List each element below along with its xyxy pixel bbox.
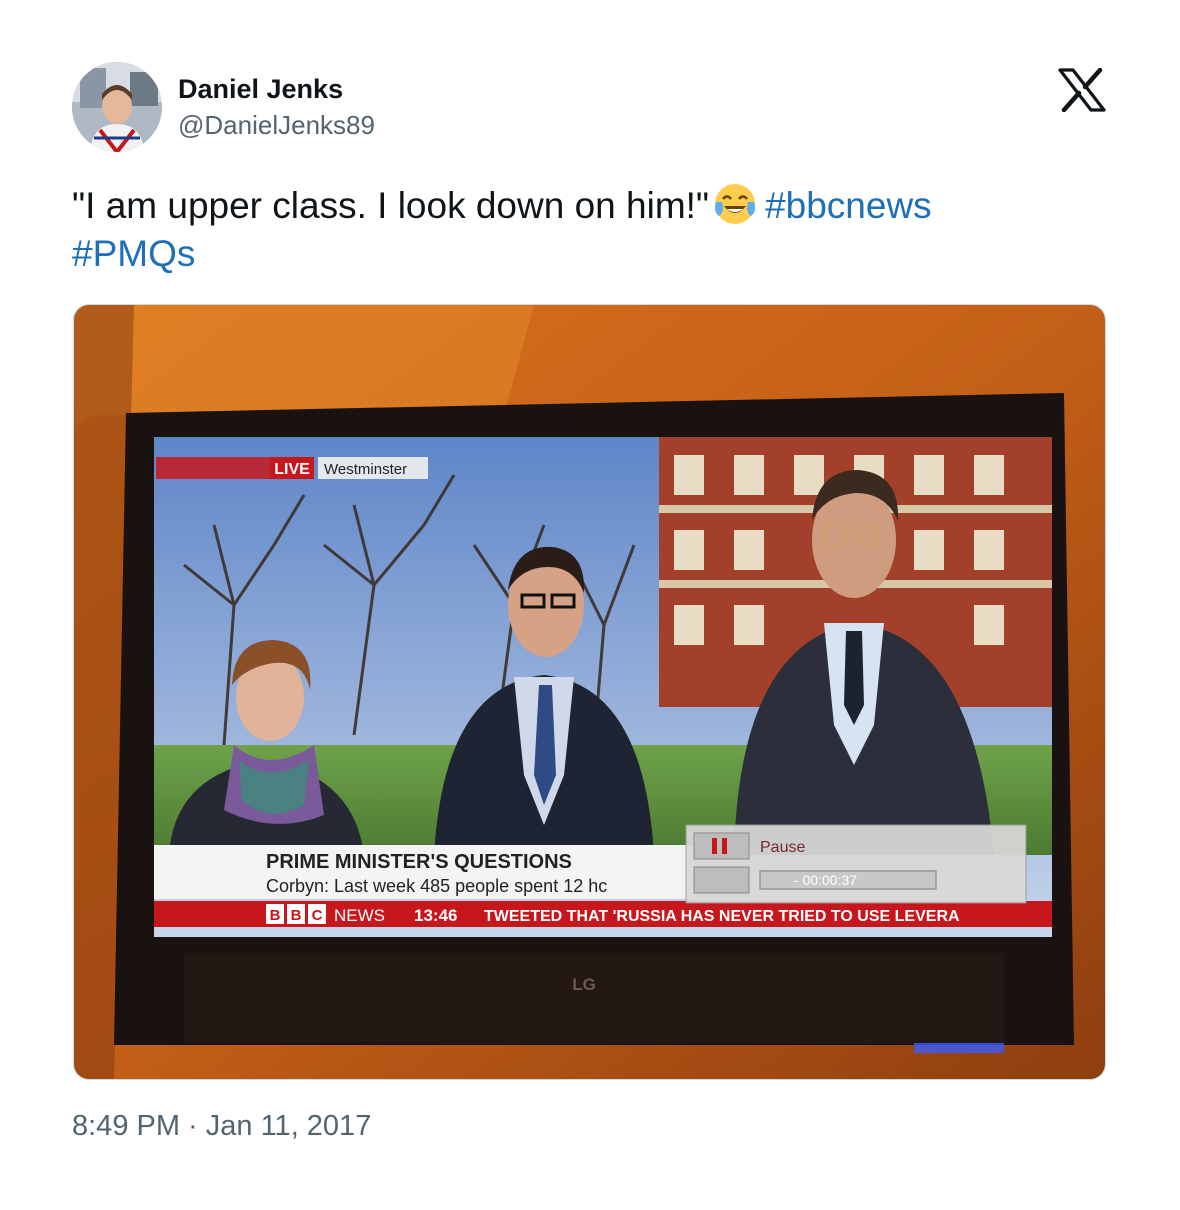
ticker-text: TWEETED THAT 'RUSSIA HAS NEVER TRIED TO … <box>484 908 960 925</box>
hashtag-bbcnews[interactable]: #bbcnews <box>765 185 932 226</box>
pause-icon <box>712 838 717 854</box>
bbc-letter-2: B <box>291 907 302 924</box>
headline-caption: PRIME MINISTER'S QUESTIONS <box>266 851 572 873</box>
avatar[interactable] <box>72 62 162 152</box>
tweet-text: "I am upper class. I look down on him!" … <box>72 182 1112 278</box>
tweet-photo[interactable]: LG LIVE Westminster PRIME MINISTER'S QUE… <box>73 304 1106 1080</box>
location-label: Westminster <box>324 461 407 478</box>
pause-label: Pause <box>760 839 805 856</box>
x-logo-icon[interactable] <box>1058 67 1106 113</box>
tv-screen: LIVE Westminster PRIME MINISTER'S QUESTI… <box>154 437 1052 937</box>
user-handle[interactable]: @DanielJenks89 <box>178 108 375 142</box>
display-name[interactable]: Daniel Jenks <box>178 72 375 106</box>
tweet-timestamp[interactable]: 8:49 PM · Jan 11, 2017 <box>72 1106 371 1146</box>
tweet-quote: "I am upper class. I look down on him!" <box>72 185 710 226</box>
bbc-letter-3: C <box>312 907 323 924</box>
pause-time: - 00:00:37 <box>794 872 857 888</box>
channel-name: NEWS <box>334 906 385 925</box>
bbc-letter-1: B <box>270 907 281 924</box>
pause-overlay: Pause - 00:00:37 <box>685 824 1027 904</box>
author-info: Daniel Jenks @DanielJenks89 <box>178 72 375 142</box>
tweet-card: Daniel Jenks @DanielJenks89 "I am upper … <box>0 0 1180 1210</box>
hashtag-pmqs[interactable]: #PMQs <box>72 233 195 274</box>
tv-brand-logo: LG <box>572 975 596 994</box>
laughing-emoji-icon <box>713 182 757 226</box>
live-badge-label: LIVE <box>274 461 310 478</box>
broadcast-clock: 13:46 <box>414 906 457 925</box>
subline-caption: Corbyn: Last week 485 people spent 12 hc <box>266 876 607 896</box>
power-led <box>914 1043 1004 1053</box>
